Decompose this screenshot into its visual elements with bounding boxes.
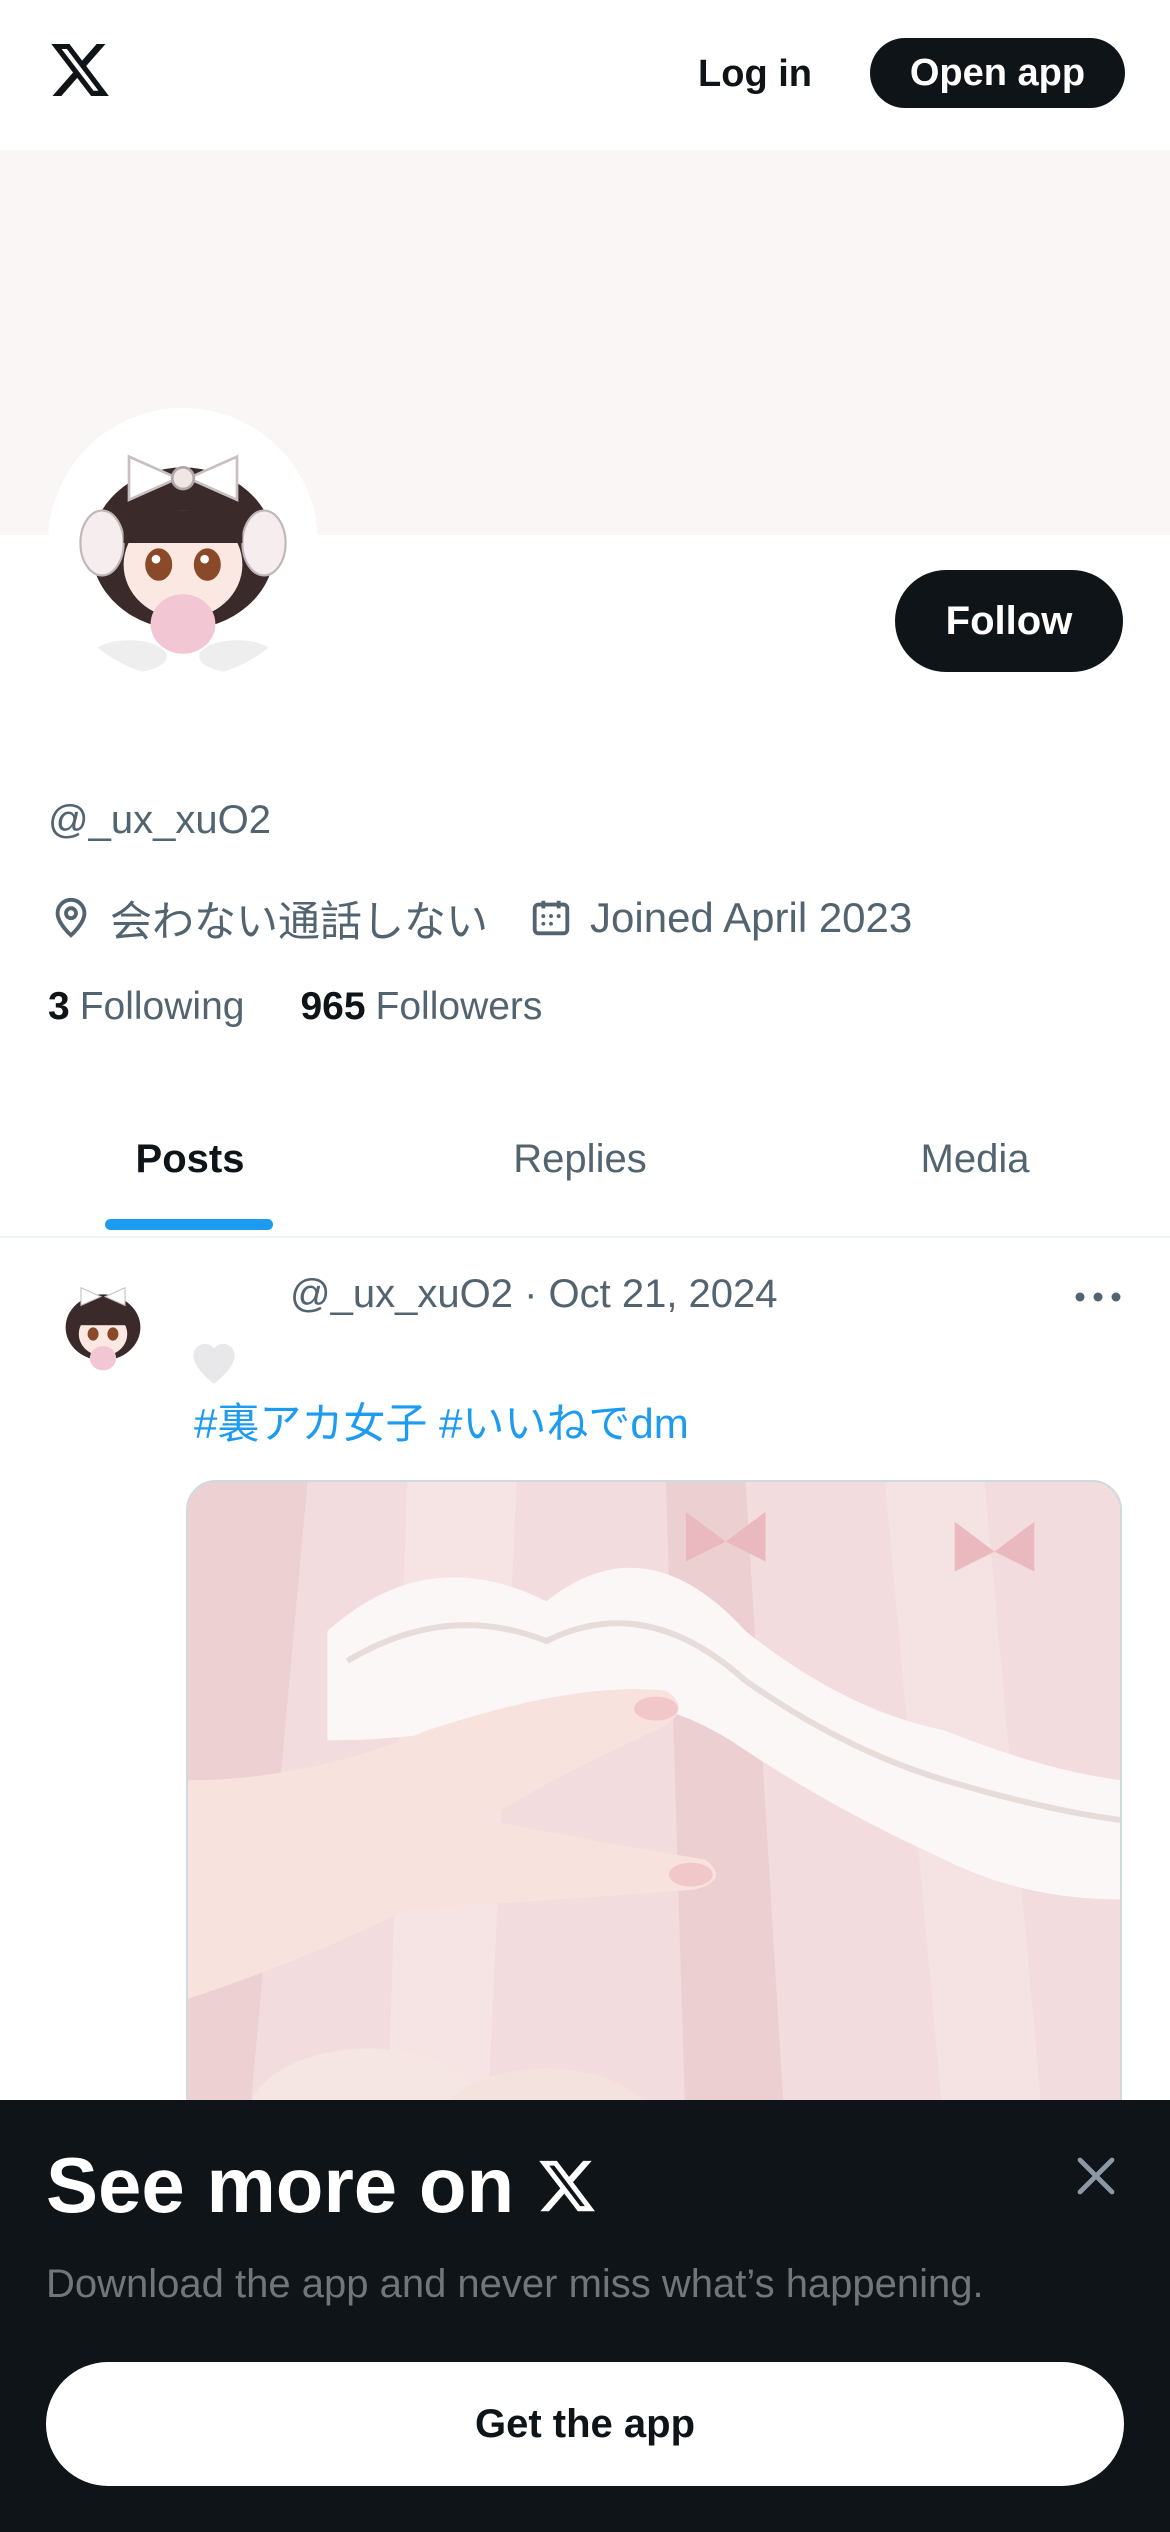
tab-posts[interactable]: Posts (0, 1080, 380, 1238)
profile-joined-date: Joined April 2023 (590, 894, 913, 941)
post-meta: @_ux_xuO2 · Oct 21, 2024 (290, 1272, 778, 1316)
followers-count: 965 (300, 985, 366, 1028)
profile-meta: 会わない通話しない Joined April 2023 (48, 888, 912, 948)
promo-title-text: See more on (46, 2141, 515, 2229)
x-logo-icon (539, 2160, 596, 2211)
follow-button[interactable]: Follow (895, 570, 1123, 672)
close-icon[interactable] (1072, 2152, 1120, 2200)
followers-label: Followers (375, 985, 543, 1028)
profile-avatar[interactable] (48, 408, 318, 678)
post-author-avatar[interactable] (48, 1268, 158, 1378)
tab-media[interactable]: Media (785, 1080, 1165, 1238)
profile-stats: 3 Following 965 Followers (48, 985, 598, 1029)
open-app-button[interactable]: Open app (870, 38, 1125, 108)
active-tab-indicator (105, 1219, 273, 1230)
location-pin-icon (55, 897, 87, 938)
heart-icon (193, 1343, 235, 1384)
promo-subtitle: Download the app and never miss what’s h… (46, 2262, 984, 2306)
following-label: Following (79, 985, 245, 1028)
get-the-app-button[interactable]: Get the app (46, 2362, 1124, 2486)
profile-page: Log in Open app Follow @_ux_xuO2 会わない通話し… (0, 0, 1170, 2532)
more-options-icon[interactable] (1070, 1280, 1126, 1314)
promo-title: See more on (46, 2140, 600, 2231)
following-stat[interactable]: 3 Following (48, 985, 244, 1029)
post-media-image[interactable] (186, 1480, 1122, 2140)
profile-location: 会わない通話しない (110, 897, 489, 945)
post-hashtags[interactable]: #裏アカ女子 #いいねでdm (194, 1390, 689, 1451)
x-logo-icon[interactable] (46, 38, 114, 102)
following-count: 3 (48, 985, 70, 1028)
profile-tabs: Posts Replies Media (0, 1080, 1170, 1238)
profile-handle: @_ux_xuO2 (48, 798, 271, 842)
tab-replies[interactable]: Replies (390, 1080, 770, 1238)
top-bar: Log in Open app (0, 0, 1170, 150)
login-button[interactable]: Log in (680, 40, 830, 108)
calendar-icon (532, 900, 570, 936)
followers-stat[interactable]: 965 Followers (300, 985, 542, 1029)
